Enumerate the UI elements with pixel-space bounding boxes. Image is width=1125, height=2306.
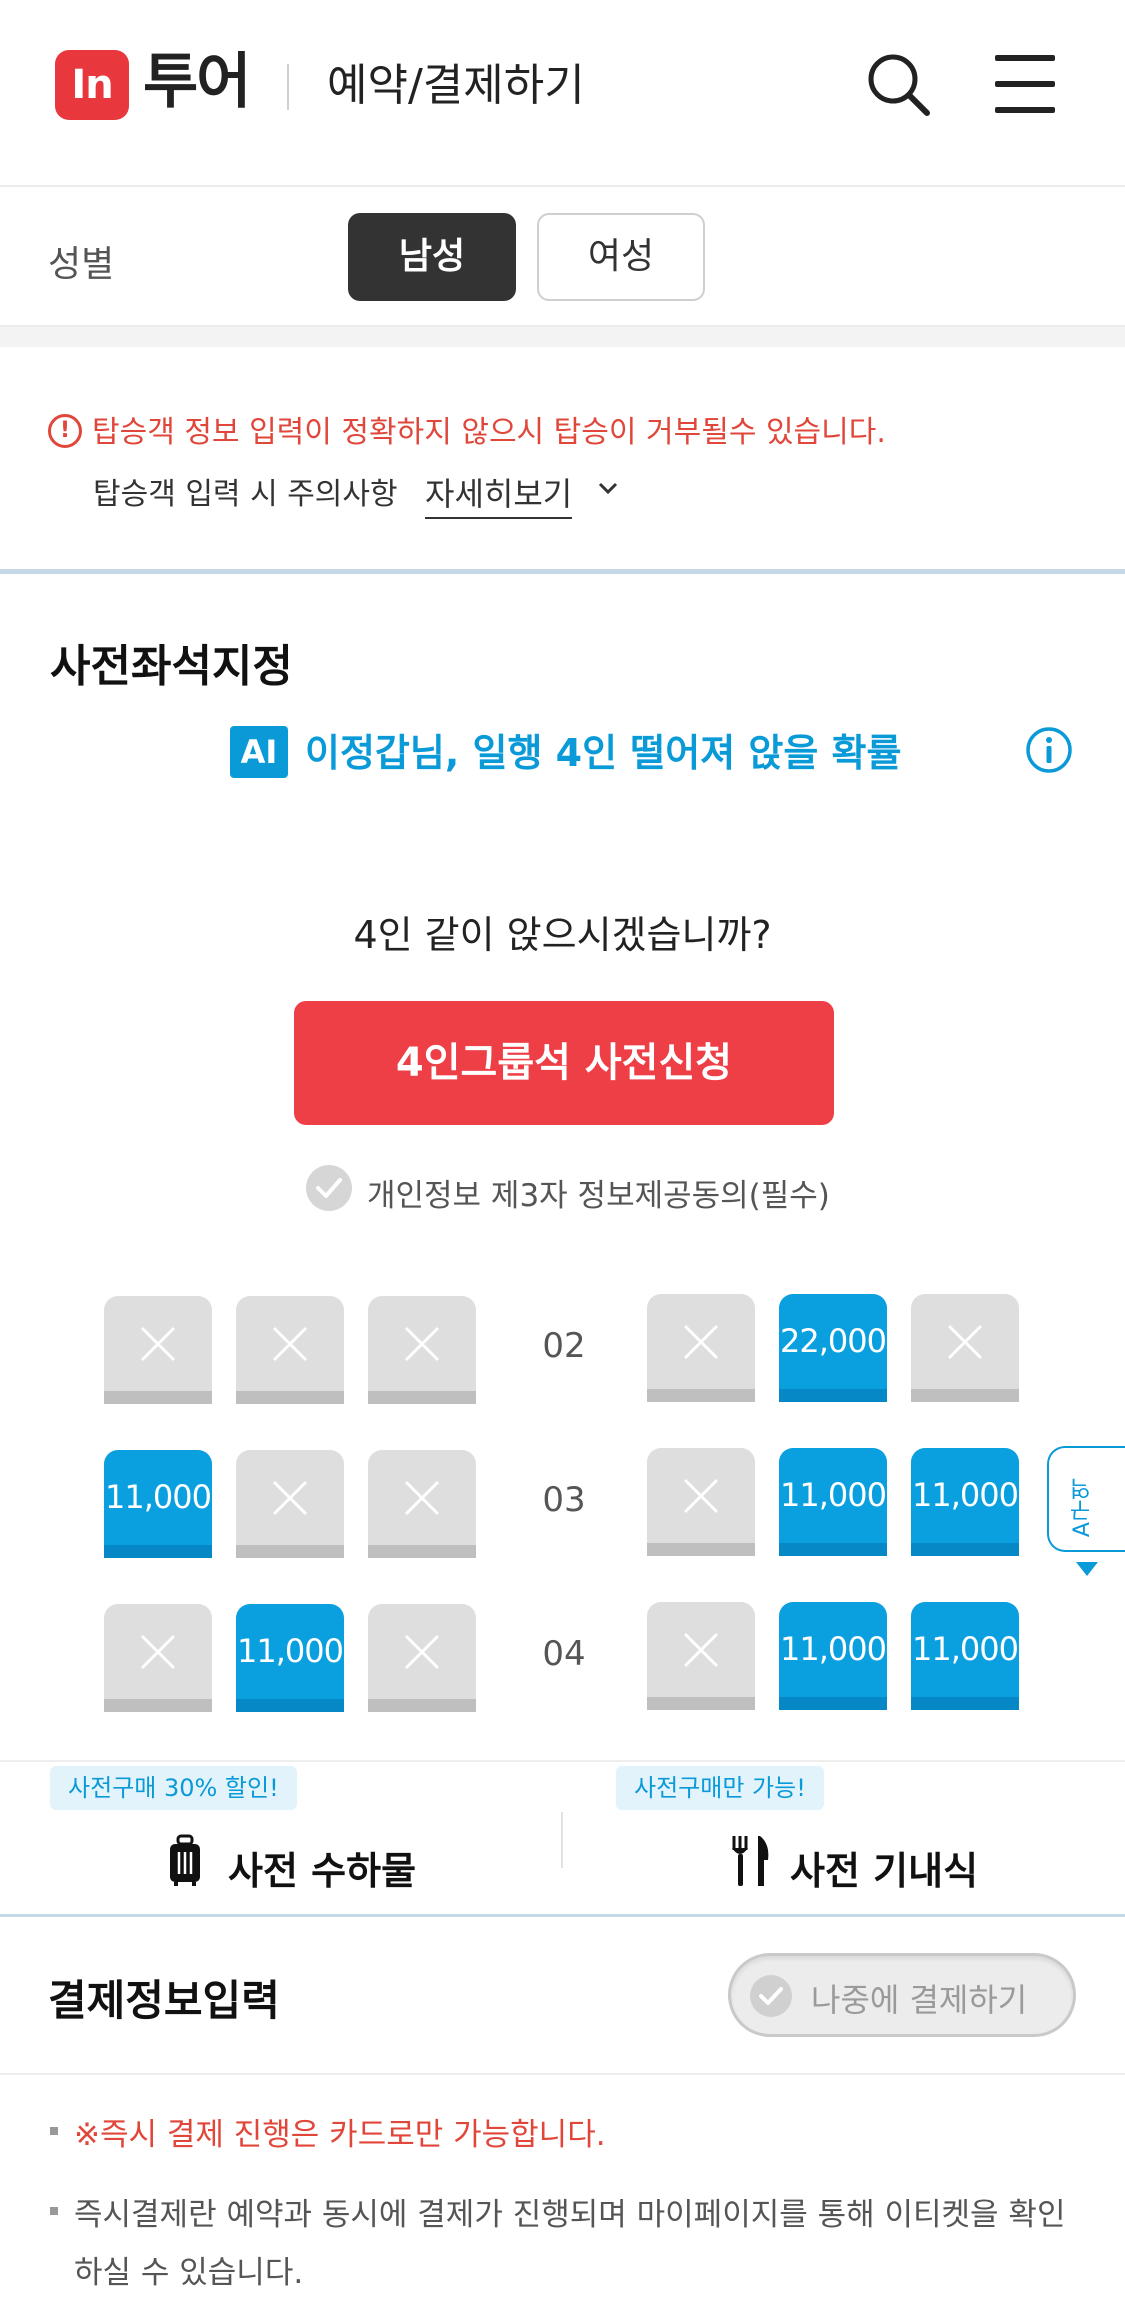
seat-unavailable (104, 1604, 212, 1712)
detail-link[interactable]: 자세히보기 (425, 469, 573, 519)
payment-section: 결제정보입력 나중에 결제하기 ※즉시 결제 진행은 카드로만 가능합니다. 즉… (0, 1917, 1125, 2306)
seat-unavailable (104, 1296, 212, 1404)
seat-available[interactable]: 11,000 (911, 1448, 1019, 1556)
caret-down-icon (1076, 1562, 1098, 1576)
ai-message: 이정갑님, 일행 4인 떨어져 앉을 확률 (305, 731, 902, 775)
luggage-icon (170, 1834, 200, 1886)
hamburger-menu-icon[interactable] (995, 55, 1060, 115)
seat-unavailable (368, 1450, 476, 1558)
close-icon (140, 1634, 176, 1670)
gender-male-button[interactable]: 남성 (348, 213, 516, 301)
chevron-down-icon[interactable] (597, 477, 619, 499)
instant-pay-note-cont: 하실 수 있습니다. (74, 2255, 304, 2291)
seat-available[interactable]: 11,000 (236, 1604, 344, 1712)
seat-unavailable (368, 1296, 476, 1404)
seat-available[interactable]: 11,000 (779, 1448, 887, 1556)
gender-female-button[interactable]: 여성 (537, 213, 705, 301)
close-icon (683, 1632, 719, 1668)
logo-text[interactable]: 투어 (143, 42, 251, 122)
section-title: 사전좌석지정 (50, 641, 293, 692)
caution-label: 탑승객 입력 시 주의사항 (93, 477, 398, 512)
meal-button[interactable]: 사전 기내식 (730, 1824, 990, 1904)
seat-price: 11,000 (780, 1630, 887, 1668)
row-number: 02 (542, 1326, 586, 1366)
baggage-button[interactable]: 사전 수하물 (168, 1824, 428, 1904)
seat-unavailable (647, 1602, 755, 1710)
seat-price: 11,000 (105, 1478, 212, 1516)
seat-price: 11,000 (912, 1630, 1019, 1668)
zone-tab[interactable]: A구역 (1047, 1446, 1125, 1552)
header-divider (287, 64, 289, 110)
seat-unavailable (236, 1450, 344, 1558)
services-divider (561, 1812, 563, 1868)
consent-label: 개인정보 제3자 정보제공동의(필수) (367, 1178, 830, 1214)
zone-label: A구역 (1070, 1478, 1095, 1538)
section-gap (0, 327, 1125, 347)
passenger-warning: ! 탑승객 정보 입력이 정확하지 않으시 탑승이 거부될수 있습니다. 탑승객… (0, 347, 1125, 574)
divider (0, 2073, 1125, 2075)
meal-label: 사전 기내식 (790, 1849, 979, 1893)
baggage-label: 사전 수하물 (228, 1849, 417, 1893)
close-icon (404, 1480, 440, 1516)
check-circle-icon (750, 1975, 792, 2017)
row-number: 04 (542, 1634, 586, 1674)
bullet (50, 2127, 58, 2135)
card-only-note: ※즉시 결제 진행은 카드로만 가능합니다. (74, 2117, 606, 2153)
row-number: 03 (542, 1480, 586, 1520)
seat-map: 02 22,000 11,000 03 11,000 11,000 11,000… (0, 1254, 1125, 1760)
fork-knife-icon (732, 1836, 769, 1886)
seat-available[interactable]: 11,000 (104, 1450, 212, 1558)
instant-pay-note: 즉시결제란 예약과 동시에 결제가 진행되며 마이페이지를 통해 이티켓을 확인 (74, 2197, 1066, 2233)
seat-price: 11,000 (912, 1476, 1019, 1514)
seat-price: 11,000 (780, 1476, 887, 1514)
sit-together-question: 4인 같이 앉으시겠습니까? (353, 913, 772, 957)
seat-available[interactable]: 11,000 (779, 1602, 887, 1710)
ai-badge: AI (230, 726, 288, 778)
info-icon[interactable] (1025, 726, 1073, 774)
logo-badge[interactable]: In (55, 50, 129, 120)
seat-unavailable (236, 1296, 344, 1404)
group-seat-button[interactable]: 4인그룹석 사전신청 (294, 1001, 834, 1125)
app-header: In 투어 예약/결제하기 (0, 0, 1125, 187)
alert-icon: ! (48, 414, 82, 448)
close-icon (947, 1324, 983, 1360)
pay-later-label: 나중에 결제하기 (811, 1981, 1028, 2019)
meal-badge: 사전구매만 가능! (616, 1766, 824, 1810)
seat-preassign-section: 사전좌석지정 AI 이정갑님, 일행 4인 떨어져 앉을 확률 4인 같이 앉으… (0, 574, 1125, 1254)
seat-price: 22,000 (780, 1322, 887, 1360)
close-icon (272, 1326, 308, 1362)
gender-label: 성별 (48, 244, 115, 285)
seat-available[interactable]: 11,000 (911, 1602, 1019, 1710)
page-title: 예약/결제하기 (327, 60, 585, 111)
baggage-discount-badge: 사전구매 30% 할인! (50, 1766, 297, 1810)
close-icon (683, 1324, 719, 1360)
search-icon[interactable] (864, 50, 934, 120)
seat-price: 11,000 (237, 1632, 344, 1670)
bullet (50, 2207, 58, 2215)
check-circle-icon[interactable] (305, 1164, 353, 1212)
warning-message: 탑승객 정보 입력이 정확하지 않으시 탑승이 거부될수 있습니다. (92, 415, 886, 450)
gender-row: 성별 남성 여성 (0, 187, 1125, 327)
pay-later-toggle[interactable]: 나중에 결제하기 (728, 1953, 1076, 2037)
close-icon (404, 1326, 440, 1362)
seat-available[interactable]: 22,000 (779, 1294, 887, 1402)
seat-unavailable (647, 1294, 755, 1402)
close-icon (140, 1326, 176, 1362)
close-icon (404, 1634, 440, 1670)
seat-unavailable (647, 1448, 755, 1556)
close-icon (683, 1478, 719, 1514)
extra-services: 사전구매 30% 할인! 사전구매만 가능! 사전 수하물 사전 기내식 (0, 1760, 1125, 1919)
payment-title: 결제정보입력 (48, 1976, 280, 2025)
seat-unavailable (911, 1294, 1019, 1402)
close-icon (272, 1480, 308, 1516)
seat-unavailable (368, 1604, 476, 1712)
